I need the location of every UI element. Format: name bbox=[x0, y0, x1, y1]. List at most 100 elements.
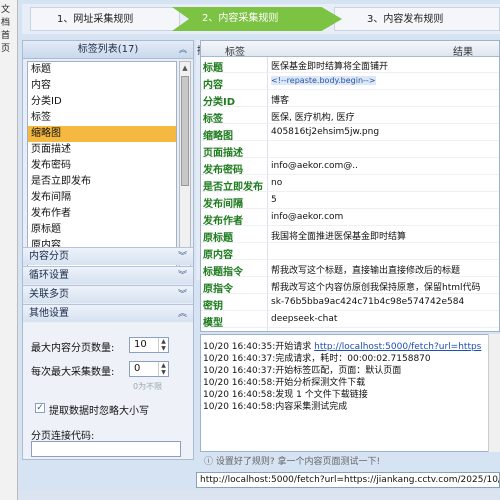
max-paging-label: 最大内容分页数量: bbox=[31, 343, 115, 354]
other-settings-body: 最大内容分页数量: 10 ▲ ▼ 每次最大采集数量: 0 ▲ ▼ 0为不限 ✓ 提取… bbox=[23, 323, 193, 459]
table-row[interactable]: 内容 <!--repaste.body.begin--> bbox=[201, 74, 499, 91]
row-result-value: 5 bbox=[271, 195, 277, 205]
row-result-value: no bbox=[271, 178, 283, 188]
table-row[interactable]: 发布作者 info@aekor.com bbox=[201, 210, 499, 227]
test-url-input[interactable]: http://localhost:5000/fetch?url=https://… bbox=[196, 472, 500, 488]
test-hint: ⓘ 设置好了规则? 拿一个内容页面测试一下! bbox=[200, 454, 500, 470]
row-tag-name: 标题指令 bbox=[203, 267, 243, 278]
row-tag-name: 内容 bbox=[203, 80, 223, 91]
tag-list-item[interactable]: 原标题 bbox=[28, 222, 176, 238]
scroll-up-icon[interactable]: ▲ bbox=[180, 62, 190, 74]
table-row[interactable]: 分类ID 博客 bbox=[201, 91, 499, 108]
step-publish-rules[interactable]: 3、内容发布规则 bbox=[334, 7, 500, 31]
table-row[interactable]: 标题 医保基金即时结算将全面铺开 bbox=[201, 57, 499, 74]
row-tag-name: 标签 bbox=[203, 114, 223, 125]
col-label-header: 标签 bbox=[225, 47, 245, 58]
row-result-value: 405816tj2ehsim5jw.png bbox=[271, 127, 380, 137]
table-row[interactable]: 模型 deepseek-chat bbox=[201, 312, 499, 329]
bottom-bar bbox=[18, 490, 500, 500]
row-result-value: sk-76b5bba9ac424c71b4c98e574742e584 bbox=[271, 297, 465, 307]
row-tag-name: 发布作者 bbox=[203, 216, 243, 227]
ignore-case-checkbox[interactable]: ✓ bbox=[35, 403, 45, 413]
row-result-value: 帮我改写这个标题，直接输出直接修改后的标题 bbox=[271, 266, 461, 276]
section-other-settings[interactable]: 其他设置 ︽ bbox=[23, 304, 193, 322]
tag-list-item[interactable]: 内容 bbox=[28, 78, 176, 94]
tag-list-item[interactable]: 标题 bbox=[28, 62, 176, 78]
table-row[interactable]: 标签 医保, 医疗机构, 医疗 bbox=[201, 108, 499, 125]
left-edge-strip: 文档 首页 bbox=[0, 0, 18, 500]
step-url-rules[interactable]: 1、网址采集规则 bbox=[30, 7, 180, 31]
edge-text-home[interactable]: 首页 bbox=[1, 28, 17, 54]
tag-list-item[interactable]: 发布密码 bbox=[28, 158, 176, 174]
tag-list-item[interactable]: 发布作者 bbox=[28, 206, 176, 222]
step-content-rules[interactable]: 2、内容采集规则 bbox=[172, 7, 342, 31]
table-row[interactable]: 原内容 bbox=[201, 244, 499, 261]
row-result-value: info@aekor.com@.. bbox=[271, 161, 359, 171]
max-collect-stepper[interactable]: 0 ▲ ▼ bbox=[129, 361, 169, 377]
table-row[interactable]: 缩略图 405816tj2ehsim5jw.png bbox=[201, 125, 499, 142]
stepper-arrows-icon[interactable]: ▲ ▼ bbox=[158, 362, 168, 376]
table-row[interactable]: 是否立即发布 no bbox=[201, 176, 499, 193]
tag-list-title: 标签列表(17) bbox=[77, 44, 139, 55]
table-row[interactable]: 发布密码 info@aekor.com@.. bbox=[201, 159, 499, 176]
log-scrollbar[interactable] bbox=[488, 334, 500, 452]
table-row[interactable]: 密钥 sk-76b5bba9ac424c71b4c98e574742e584 bbox=[201, 295, 499, 312]
tag-list-item[interactable]: 缩略图 bbox=[28, 126, 176, 142]
row-result-value: 博客 bbox=[271, 96, 290, 106]
max-paging-value: 10 bbox=[134, 339, 147, 350]
row-tag-name: 原内容 bbox=[203, 250, 233, 261]
chevron-down-icon: ︾ bbox=[177, 271, 187, 281]
table-row[interactable]: 原标题 我国将全面推进医保基金即时结算 bbox=[201, 227, 499, 244]
max-collect-value: 0 bbox=[134, 363, 141, 374]
result-grid: 标签 结果 标题 医保基金即时结算将全面铺开内容 <!--repaste.body.… bbox=[200, 40, 500, 332]
tag-list-item[interactable]: 标签 bbox=[28, 110, 176, 126]
row-tag-name: 原指令 bbox=[203, 284, 233, 295]
scroll-thumb[interactable] bbox=[181, 76, 189, 186]
row-tag-name: 标题 bbox=[203, 63, 223, 74]
grid-header: 标签 结果 bbox=[201, 41, 499, 58]
row-tag-name: 发布密码 bbox=[203, 165, 243, 176]
tag-list-item[interactable]: 页面描述 bbox=[28, 142, 176, 158]
row-result-value: <!--repaste.body.begin--> bbox=[271, 76, 376, 85]
table-row[interactable]: 标题指令 帮我改写这个标题，直接输出直接修改后的标题 bbox=[201, 261, 499, 278]
log-time: 10/20 16:40:58 bbox=[203, 402, 273, 412]
row-tag-name: 缩略图 bbox=[203, 131, 233, 142]
row-result-value: deepseek-chat bbox=[271, 314, 338, 324]
section-related-pages[interactable]: 关联多页 ︾ bbox=[23, 285, 193, 303]
table-row[interactable]: 页面描述 bbox=[201, 142, 499, 159]
tag-list-item[interactable]: 分类ID bbox=[28, 94, 176, 110]
chevron-down-icon: ︾ bbox=[177, 290, 187, 300]
row-result-value: 医保基金即时结算将全面铺开 bbox=[271, 62, 389, 72]
section-loop-settings[interactable]: 循环设置 ︾ bbox=[23, 266, 193, 284]
edge-text-top: 文档 bbox=[1, 5, 11, 28]
table-row[interactable]: 原指令 帮我改写这个内容仿原创我保持原意，保留html代码 bbox=[201, 278, 499, 295]
table-row[interactable]: 发布间隔 5 bbox=[201, 193, 499, 210]
paging-code-input[interactable] bbox=[31, 441, 181, 457]
section-label: 内容分页 bbox=[29, 251, 69, 262]
tag-list-item[interactable]: 是否立即发布 bbox=[28, 174, 176, 190]
test-hint-text: 设置好了规则? 拿一个内容页面测试一下! bbox=[215, 457, 381, 467]
max-paging-stepper[interactable]: 10 ▲ ▼ bbox=[129, 337, 169, 353]
collapse-up-icon[interactable]: ︽ bbox=[179, 41, 187, 59]
row-tag-name: 原标题 bbox=[203, 233, 233, 244]
chevron-up-icon: ︽ bbox=[177, 309, 187, 319]
paging-code-label: 分页连接代码: bbox=[31, 431, 95, 442]
row-tag-name: 密钥 bbox=[203, 301, 223, 312]
tag-list-header: 标签列表(17) ︽ bbox=[23, 41, 193, 59]
chevron-down-icon: ︾ bbox=[177, 252, 187, 262]
row-result-value: 我国将全面推进医保基金即时结算 bbox=[271, 232, 407, 242]
log-text: 内容采集测试完成 bbox=[275, 402, 348, 412]
section-label: 循环设置 bbox=[29, 270, 69, 281]
tag-list-item[interactable]: 发布间隔 bbox=[28, 190, 176, 206]
wizard-steps: 1、网址采集规则 3、内容发布规则 2、内容采集规则 bbox=[22, 4, 500, 34]
unlimited-note: 0为不限 bbox=[133, 382, 163, 391]
ignore-case-label: 提取数据时忽略大小写 bbox=[49, 406, 149, 417]
row-result-value: 帮我改写这个内容仿原创我保持原意，保留html代码 bbox=[271, 283, 481, 293]
log-panel[interactable]: 10/20 16:40:35:开始请求 http://localhost:500… bbox=[200, 334, 500, 452]
row-tag-name: 发布间隔 bbox=[203, 199, 243, 210]
stepper-arrows-icon[interactable]: ▲ ▼ bbox=[158, 338, 168, 352]
tag-list-panel: 标签列表(17) ︽ 标题 内容 分类ID 标签 缩略图 页面描述 发布密码 是否立即发布 发布… bbox=[22, 40, 194, 460]
row-result-value: info@aekor.com bbox=[271, 212, 344, 222]
section-content-paging[interactable]: 内容分页 ︾ bbox=[23, 247, 193, 265]
row-result-value: 医保, 医疗机构, 医疗 bbox=[271, 113, 355, 123]
